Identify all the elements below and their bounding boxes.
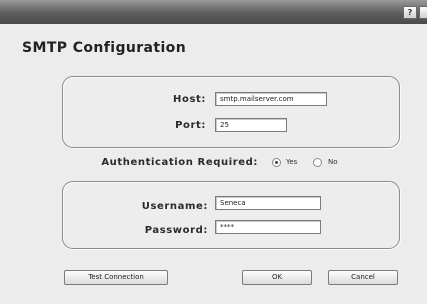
credentials-panel: [62, 181, 400, 249]
username-label: Username:: [141, 201, 208, 212]
auth-yes-radio[interactable]: [272, 158, 281, 167]
dialog-title: SMTP Configuration: [22, 40, 187, 56]
auth-yes-label: Yes: [286, 158, 298, 166]
password-label: Password:: [144, 225, 208, 236]
port-label: Port:: [175, 120, 206, 131]
test-connection-button[interactable]: Test Connection: [64, 270, 168, 285]
cancel-button[interactable]: Cancel: [328, 270, 398, 285]
close-button[interactable]: [419, 6, 427, 19]
port-input[interactable]: 25: [215, 118, 287, 132]
auth-label: Authentication Required:: [101, 157, 258, 168]
password-input[interactable]: ****: [215, 220, 321, 234]
host-input[interactable]: smtp.mailserver.com: [215, 92, 327, 106]
host-label: Host:: [173, 94, 206, 105]
username-input[interactable]: Seneca: [215, 196, 321, 210]
auth-no-label: No: [328, 158, 338, 166]
help-button[interactable]: ?: [403, 6, 417, 19]
ok-button[interactable]: OK: [242, 270, 312, 285]
auth-no-radio[interactable]: [313, 158, 322, 167]
server-panel: [62, 76, 400, 148]
window-titlebar: ?: [0, 0, 427, 24]
